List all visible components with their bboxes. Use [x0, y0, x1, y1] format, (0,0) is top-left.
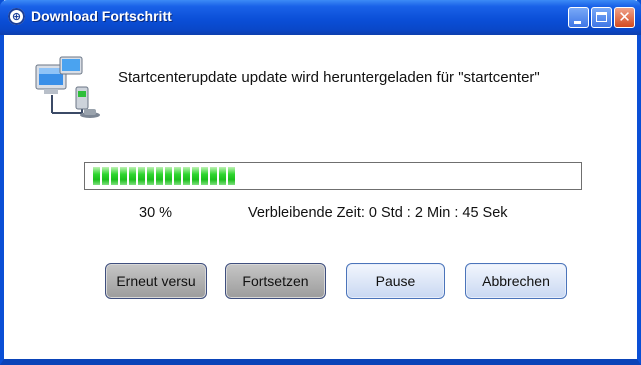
close-button[interactable]: ✕ [614, 7, 635, 28]
progress-segment [210, 167, 217, 185]
minimize-icon [574, 21, 581, 24]
progress-fill [93, 167, 237, 185]
progress-segment [93, 167, 100, 185]
close-icon: ✕ [618, 8, 631, 26]
resume-button[interactable]: Fortsetzen [225, 263, 326, 299]
progress-segment [219, 167, 226, 185]
progress-segment [129, 167, 136, 185]
progress-segment [120, 167, 127, 185]
pause-button[interactable]: Pause [346, 263, 445, 299]
remaining-time: Verbleibende Zeit: 0 Std : 2 Min : 45 Se… [248, 205, 508, 221]
title-bar[interactable]: ⊕ Download Fortschritt ✕ [0, 0, 641, 35]
progress-segment [192, 167, 199, 185]
download-progress-window: ⊕ Download Fortschritt ✕ Startcenterupda… [0, 0, 641, 365]
progress-percent: 30 % [139, 205, 173, 221]
progress-segment [111, 167, 118, 185]
progress-segment [102, 167, 109, 185]
maximize-button[interactable] [591, 7, 612, 28]
progress-segment [156, 167, 163, 185]
progress-segment [147, 167, 154, 185]
download-progress-bar [84, 162, 582, 190]
network-computers-icon [35, 56, 100, 118]
minimize-button[interactable] [568, 7, 589, 28]
progress-segment [201, 167, 208, 185]
progress-segment [138, 167, 145, 185]
maximize-icon [596, 12, 607, 22]
cancel-button[interactable]: Abbrechen [465, 263, 567, 299]
progress-segment [183, 167, 190, 185]
retry-button[interactable]: Erneut versu [105, 263, 207, 299]
download-message: Startcenterupdate update wird herunterge… [118, 69, 540, 86]
window-title: Download Fortschritt [31, 8, 172, 24]
app-globe-icon: ⊕ [8, 8, 25, 25]
progress-segment [228, 167, 235, 185]
progress-segment [165, 167, 172, 185]
progress-segment [174, 167, 181, 185]
